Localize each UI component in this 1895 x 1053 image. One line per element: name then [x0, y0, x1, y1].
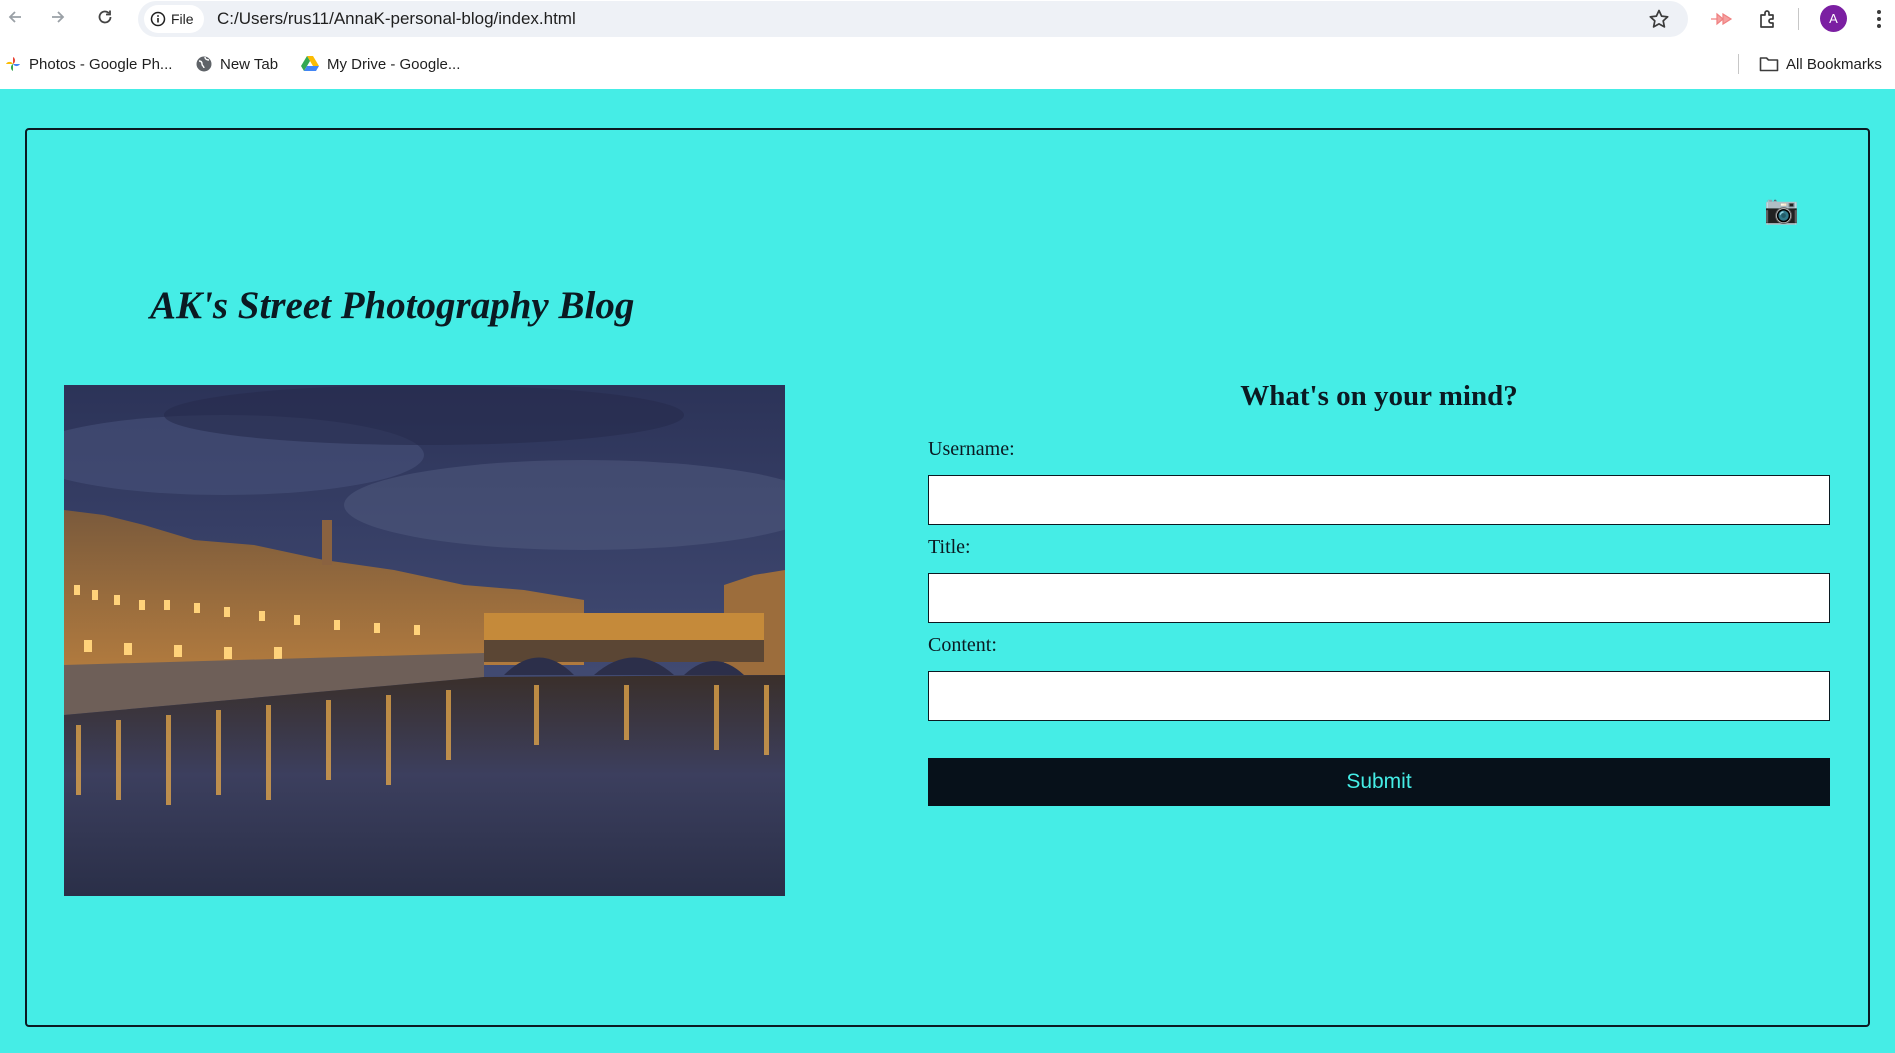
bookmark-new-tab[interactable]: New Tab: [195, 52, 278, 76]
reload-button[interactable]: [93, 5, 117, 29]
forward-button[interactable]: [46, 5, 70, 29]
bookmark-my-drive[interactable]: My Drive - Google...: [300, 52, 460, 76]
username-label: Username:: [928, 438, 1015, 460]
puzzle-icon: [1760, 10, 1774, 28]
title-label: Title:: [928, 536, 971, 558]
globe-icon: [196, 56, 212, 72]
site-chip-label: File: [171, 11, 194, 27]
google-drive-icon: [301, 56, 319, 71]
bookmark-label: My Drive - Google...: [327, 55, 461, 73]
url-text[interactable]: C:/Users/rus11/AnnaK-personal-blog/index…: [217, 9, 576, 29]
bookmarks-divider: [1738, 54, 1739, 74]
bookmark-star-button[interactable]: [1648, 8, 1670, 35]
reload-icon: [98, 10, 112, 24]
address-bar[interactable]: File C:/Users/rus11/AnnaK-personal-blog/…: [138, 1, 1688, 37]
all-bookmarks-label: All Bookmarks: [1786, 55, 1882, 73]
info-icon: [150, 11, 166, 27]
back-arrow-icon: [8, 11, 21, 23]
title-input[interactable]: [928, 573, 1830, 623]
bookmarks-bar: Photos - Google Ph... New Tab My Drive -…: [0, 48, 1895, 80]
bookmark-photos[interactable]: Photos - Google Ph...: [4, 52, 172, 76]
browser-chrome: File C:/Users/rus11/AnnaK-personal-blog/…: [0, 0, 1895, 89]
street-photo: [64, 385, 785, 896]
content-input[interactable]: [928, 671, 1830, 721]
extensions-menu-button[interactable]: [1755, 6, 1781, 32]
blog-title: AK's Street Photography Blog: [150, 284, 635, 327]
all-bookmarks-button[interactable]: All Bookmarks: [1759, 52, 1882, 76]
site-info-chip[interactable]: File: [144, 5, 204, 33]
extension-button[interactable]: [1708, 6, 1734, 32]
content-label: Content:: [928, 634, 997, 656]
photo-florence-ponte-vecchio-night-icon: [64, 385, 785, 896]
bookmark-label: New Tab: [220, 55, 279, 73]
forward-arrow-icon: [52, 11, 65, 23]
toolbar-divider: [1798, 8, 1799, 30]
camera-icon: 📷: [1764, 194, 1799, 225]
kebab-menu-icon: [1877, 10, 1881, 28]
bookmark-label: Photos - Google Ph...: [29, 55, 173, 73]
username-input[interactable]: [928, 475, 1830, 525]
extension-arrow-icon: [1711, 12, 1733, 26]
folder-icon: [1759, 57, 1779, 72]
submit-button[interactable]: Submit: [928, 758, 1830, 806]
star-icon: [1649, 9, 1669, 28]
profile-avatar[interactable]: A: [1820, 5, 1847, 32]
browser-toolbar: File C:/Users/rus11/AnnaK-personal-blog/…: [0, 0, 1895, 37]
form-heading: What's on your mind?: [1240, 380, 1518, 412]
back-button[interactable]: [3, 5, 27, 29]
browser-menu-button[interactable]: [1866, 6, 1892, 32]
google-photos-icon: [6, 57, 20, 71]
